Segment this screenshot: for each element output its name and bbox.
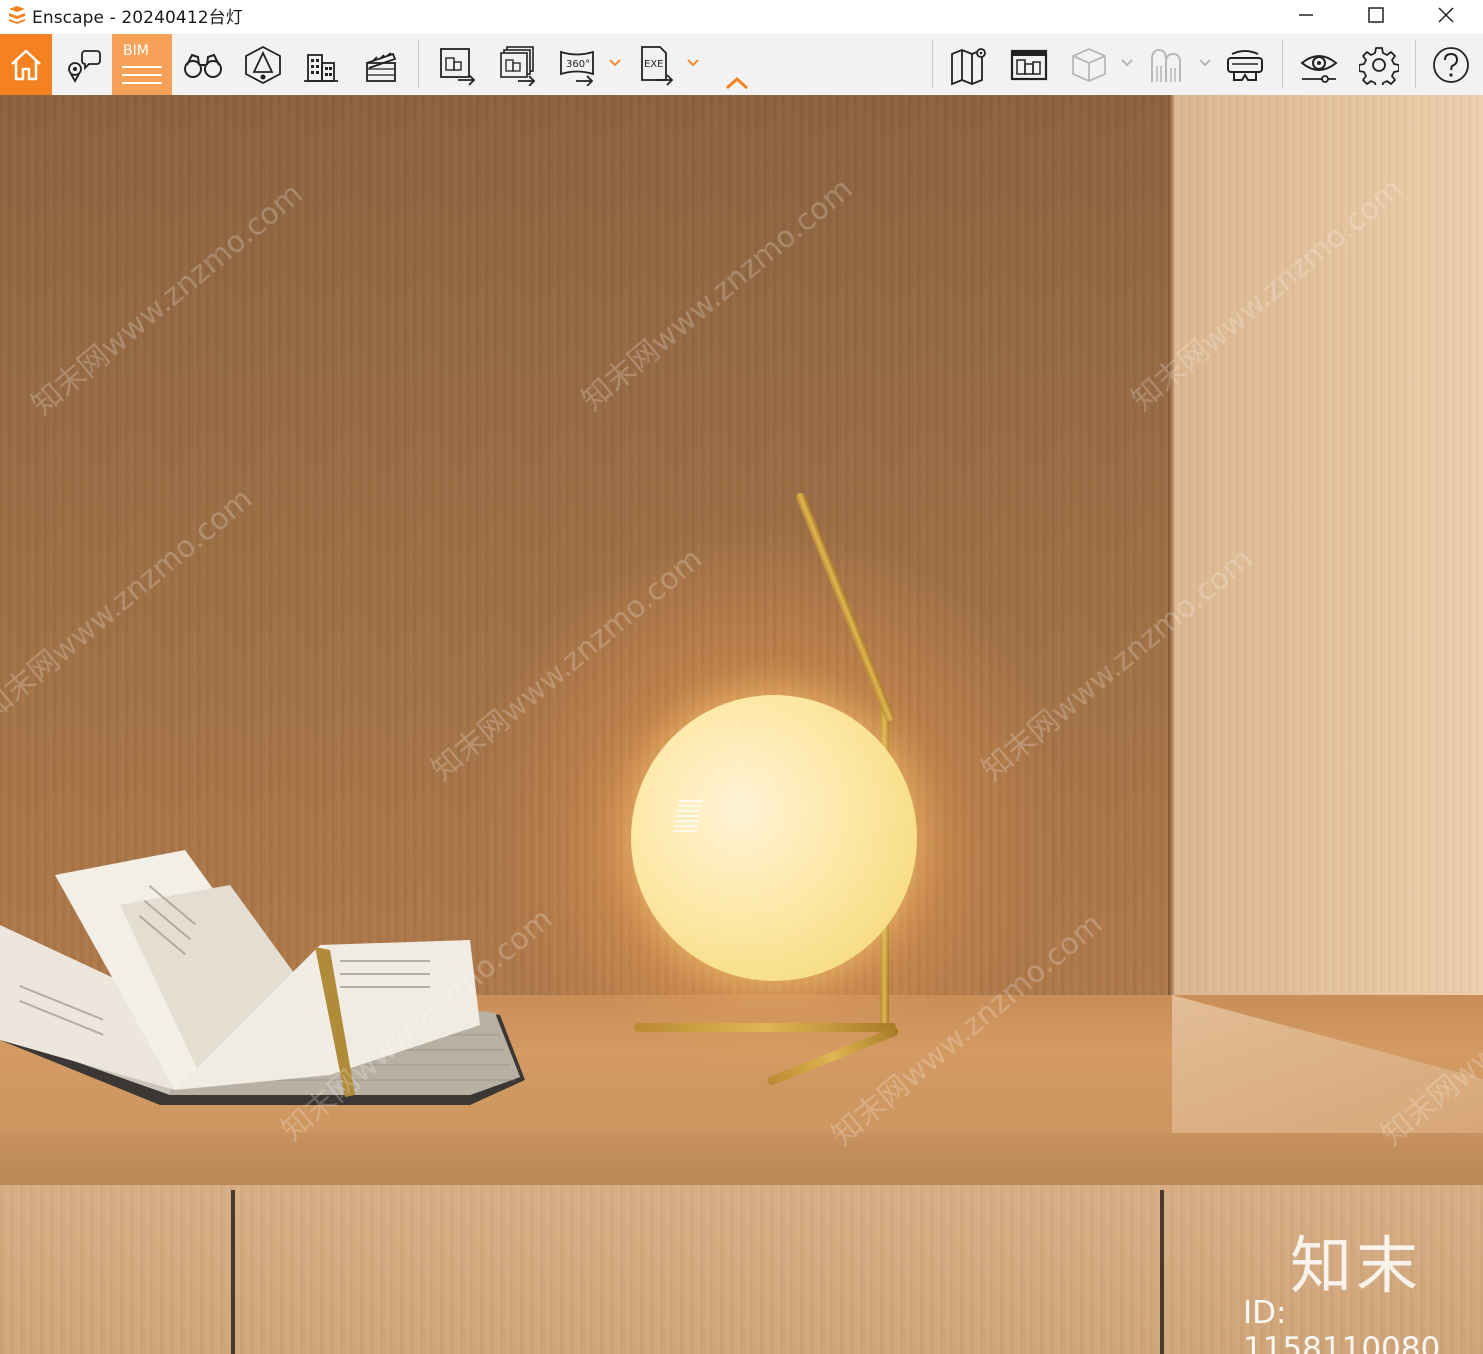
- main-toolbar: BIM 360° EXE: [0, 34, 1483, 96]
- material-editor-button[interactable]: [1060, 34, 1118, 95]
- minimize-button[interactable]: [1278, 0, 1334, 30]
- export-dropdown-chevron-icon[interactable]: [686, 56, 700, 70]
- wood-side-wall: [1172, 95, 1483, 1060]
- asset-library-button[interactable]: [1000, 34, 1058, 95]
- vr-headset-icon: [1227, 49, 1263, 81]
- binoculars-icon: [184, 53, 222, 78]
- exe-export-icon: EXE: [641, 45, 674, 86]
- binoculars-button[interactable]: [174, 34, 232, 95]
- home-button[interactable]: [0, 34, 52, 95]
- buildings-icon: [304, 53, 338, 82]
- settings-button[interactable]: [1350, 34, 1408, 95]
- drawer-gap: [231, 1190, 235, 1354]
- map-icon: [951, 47, 986, 85]
- clapperboard-icon: [366, 51, 397, 82]
- material-dropdown-chevron-icon[interactable]: [1120, 56, 1134, 70]
- close-icon: [1438, 7, 1454, 23]
- panorama-360-button[interactable]: 360°: [548, 34, 606, 95]
- lamp-globe: [631, 695, 917, 981]
- visual-settings-button[interactable]: [1290, 34, 1348, 95]
- perspective-button[interactable]: [234, 34, 292, 95]
- collaboration-dropdown-chevron-icon[interactable]: [1198, 56, 1212, 70]
- bim-label: BIM: [123, 43, 149, 59]
- maximize-icon: [1368, 7, 1384, 23]
- screenshot-export-icon: [440, 47, 476, 86]
- drawer-gap: [1160, 1190, 1164, 1354]
- buildings-button[interactable]: [292, 34, 350, 95]
- location-button[interactable]: [54, 34, 112, 95]
- export-exe-button[interactable]: EXE: [626, 34, 684, 95]
- toolbar-separator: [932, 40, 933, 88]
- asset-library-icon: [1010, 49, 1048, 80]
- close-button[interactable]: [1418, 0, 1474, 30]
- help-icon: [1433, 46, 1469, 83]
- map-button[interactable]: [940, 34, 998, 95]
- eye-icon: [1300, 54, 1338, 83]
- toolbar-separator: [418, 40, 419, 88]
- cube-icon: [1072, 47, 1106, 82]
- minimize-icon: [1299, 14, 1313, 16]
- collapse-toolbar-chevron-icon[interactable]: [724, 74, 750, 92]
- svg-text:360°: 360°: [566, 59, 590, 70]
- lamp-base-bar: [634, 1023, 896, 1032]
- screenshot-button[interactable]: [428, 34, 486, 95]
- svg-text:EXE: EXE: [644, 59, 664, 70]
- enscape-window: Enscape - 20240412台灯 BIM 360° EXE 知末网www…: [0, 0, 1483, 1354]
- map-pin-icon: [68, 49, 101, 83]
- batch-render-button[interactable]: [488, 34, 546, 95]
- render-viewport[interactable]: 知末网www.znzmo.com 知末网www.znzmo.com 知末网www…: [0, 95, 1483, 1354]
- bim-lines-icon: [122, 66, 162, 90]
- help-button[interactable]: [1422, 34, 1480, 95]
- open-book-image: [0, 850, 525, 1105]
- home-icon: [11, 49, 41, 80]
- gear-icon: [1359, 46, 1399, 85]
- batch-render-icon: [500, 45, 536, 86]
- toolbar-separator: [1282, 40, 1283, 88]
- shelf-front-edge: [0, 1133, 1483, 1187]
- vr-headset-button[interactable]: [1216, 34, 1274, 95]
- panorama-dropdown-chevron-icon[interactable]: [608, 56, 622, 70]
- perspective-cube-icon: [245, 45, 281, 84]
- side-wall-edge: [1168, 95, 1174, 1000]
- brand-watermark: 知末: [1290, 1229, 1423, 1302]
- toolbar-separator: [1415, 40, 1416, 88]
- title-bar: Enscape - 20240412台灯: [0, 0, 1483, 34]
- bim-button[interactable]: BIM: [112, 34, 172, 95]
- enscape-logo-icon: [9, 6, 25, 24]
- collaboration-button[interactable]: [1138, 34, 1196, 95]
- panorama-360-icon: 360°: [560, 50, 594, 86]
- maximize-button[interactable]: [1348, 0, 1404, 30]
- image-id-label: ID: 1158110080: [1243, 1295, 1441, 1354]
- people-outline-icon: [1151, 48, 1181, 82]
- window-title: Enscape - 20240412台灯: [32, 8, 243, 28]
- video-editor-button[interactable]: [352, 34, 410, 95]
